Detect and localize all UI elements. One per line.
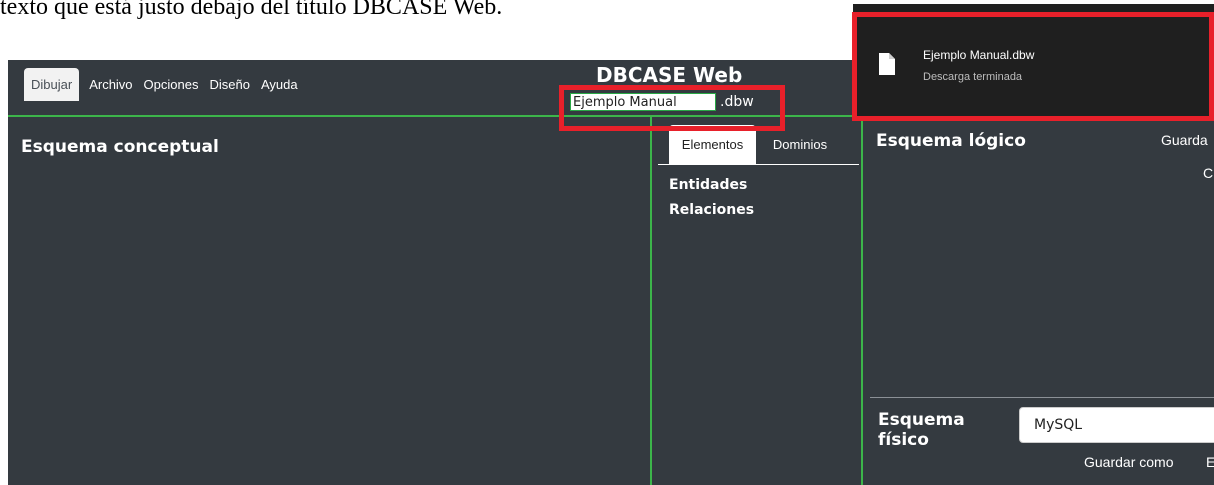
- download-status: Descarga terminada: [923, 71, 1023, 83]
- filename-row: .dbw: [570, 93, 754, 111]
- link-relaciones[interactable]: Relaciones: [669, 202, 754, 218]
- nav-archivo[interactable]: Archivo: [85, 69, 136, 100]
- logical-title: Esquema lógico: [876, 131, 1026, 151]
- download-notification[interactable]: Ejemplo Manual.dbw Descarga terminada: [853, 4, 1214, 118]
- logical-save-button[interactable]: Guarda: [1161, 132, 1208, 148]
- db-engine-select[interactable]: MySQL: [1019, 407, 1214, 443]
- save-as-button[interactable]: Guardar como: [1084, 454, 1173, 470]
- nav-diseno[interactable]: Diseño: [205, 69, 253, 100]
- tabs-underline: [658, 164, 859, 165]
- divider-right: [861, 116, 863, 485]
- filename-input[interactable]: [570, 93, 716, 111]
- physical-title: Esquema físico: [878, 410, 965, 450]
- physical-partial-label: E: [1206, 454, 1214, 470]
- main-nav: Dibujar Archivo Opciones Diseño Ayuda: [24, 68, 305, 101]
- file-extension: .dbw: [720, 94, 754, 110]
- link-entidades[interactable]: Entidades: [669, 177, 747, 193]
- nav-opciones[interactable]: Opciones: [140, 69, 203, 100]
- dbcase-app: Dibujar Archivo Opciones Diseño Ayuda DB…: [8, 60, 1214, 485]
- divider-left: [650, 116, 652, 485]
- tab-dominios[interactable]: Dominios: [756, 125, 844, 164]
- conceptual-title: Esquema conceptual: [21, 137, 219, 157]
- document-caption: texto que está justo debajo del título D…: [0, 0, 503, 20]
- nav-ayuda[interactable]: Ayuda: [257, 69, 302, 100]
- download-file-name[interactable]: Ejemplo Manual.dbw: [923, 48, 1034, 62]
- logical-partial-label: C: [1203, 165, 1214, 181]
- app-title: DBCASE Web: [596, 63, 743, 87]
- logical-physical-divider: [870, 397, 1214, 398]
- file-icon: [879, 53, 895, 79]
- tab-elementos[interactable]: Elementos: [669, 125, 756, 164]
- nav-dibujar[interactable]: Dibujar: [24, 68, 80, 101]
